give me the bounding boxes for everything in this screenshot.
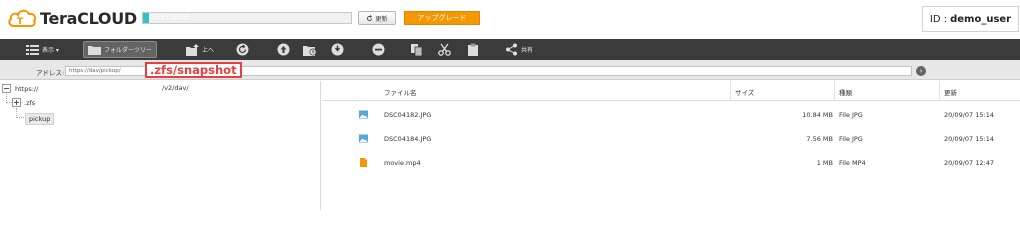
paste-button[interactable] (467, 41, 479, 58)
teracloud-logo[interactable]: T TeraCLOUD (6, 7, 137, 29)
file-modified: 20/09/07 15:14 (944, 135, 994, 143)
tree-item-zfs[interactable]: .zfs (12, 98, 35, 107)
tree-item-pickup[interactable]: pickup (25, 113, 55, 125)
file-name: DSC04182.JPG (384, 111, 432, 119)
new-folder-icon (303, 45, 317, 56)
image-file-icon (359, 110, 368, 119)
folder-tree-button[interactable]: フォルダーツリー (83, 41, 157, 58)
tree-item-label: .zfs (24, 98, 36, 107)
tree-item-label: pickup (29, 115, 51, 123)
cut-button[interactable] (438, 41, 451, 58)
toolbar: 表示 ▾ フォルダーツリー 上へ 共有 (0, 39, 1020, 60)
folder-tree: https:// /v2/dav/ .zfs pickup (0, 81, 321, 210)
user-id-prefix: ID : (929, 13, 948, 25)
paste-icon (468, 43, 478, 56)
list-header: ファイル名 サイズ 種類 更新 (322, 81, 1020, 101)
image-file-icon (359, 134, 368, 143)
file-row[interactable]: movie.mp4 1 MB File MP4 20/09/07 12:47 (322, 151, 1020, 175)
file-name: DSC04184.JPG (384, 135, 432, 143)
address-value: https://dav/pickup/ (69, 68, 121, 74)
upload-button[interactable] (277, 41, 290, 58)
file-size: 1 MB (816, 159, 833, 167)
view-label: 表示 ▾ (42, 47, 59, 54)
new-folder-button[interactable] (303, 41, 317, 58)
expand-toggle-icon (12, 98, 21, 107)
svg-text:T: T (17, 17, 24, 27)
tree-root-label: https:// (15, 84, 39, 93)
file-name: movie.mp4 (384, 159, 421, 167)
tree-connector (16, 108, 24, 118)
video-file-icon (360, 158, 367, 167)
tree-root-path-label: /v2/dav/ (162, 84, 189, 92)
file-list: ファイル名 サイズ 種類 更新 DSC04182.JPG 10.84 MB Fi… (322, 81, 1020, 210)
upgrade-label: アップグレード (417, 14, 467, 22)
delete-icon (372, 43, 385, 56)
refresh-icon (367, 14, 373, 21)
download-icon (331, 43, 344, 56)
user-id[interactable]: ID : demo_user (922, 6, 1019, 32)
refresh-button[interactable]: 更新 (358, 11, 396, 25)
column-header-type[interactable]: 種類 (839, 87, 852, 97)
folder-up-icon (186, 43, 199, 56)
file-row[interactable]: DSC04182.JPG 10.84 MB File JPG 20/09/07 … (322, 103, 1020, 127)
refresh-circle-icon (236, 43, 249, 56)
tree-root-path: /v2/dav/ (162, 84, 189, 92)
column-header-size[interactable]: サイズ (735, 87, 754, 97)
file-type: File MP4 (839, 159, 866, 167)
delete-button[interactable] (372, 41, 385, 58)
folder-tree-icon (88, 46, 101, 55)
file-type: File JPG (839, 135, 863, 143)
column-header-modified[interactable]: 更新 (944, 87, 957, 97)
download-button[interactable] (331, 41, 344, 58)
header: T TeraCLOUD 0 GB / 10 GB 更新 アップグレード ID :… (0, 0, 1020, 37)
refresh-label: 更新 (375, 15, 388, 23)
view-menu-button[interactable]: 表示 ▾ (26, 41, 59, 58)
column-divider (939, 81, 940, 101)
cloud-logo-icon: T (8, 9, 37, 27)
share-button[interactable]: 共有 (505, 41, 533, 58)
file-size: 7.56 MB (806, 135, 833, 143)
address-label: アドレス: (36, 69, 65, 77)
tree-root[interactable]: https:// (2, 84, 38, 93)
logo-text: TeraCLOUD (40, 8, 137, 28)
file-modified: 20/09/07 15:14 (944, 111, 994, 119)
column-divider (834, 81, 835, 101)
copy-icon (411, 44, 423, 56)
snapshot-path-highlight: .zfs/snapshot (145, 62, 242, 78)
column-divider (730, 81, 731, 101)
share-label: 共有 (521, 47, 534, 54)
share-icon (506, 43, 517, 56)
file-row[interactable]: DSC04184.JPG 7.56 MB File JPG 20/09/07 1… (322, 127, 1020, 151)
quota-bar: 0 GB / 10 GB (142, 12, 352, 24)
quota-fill (143, 13, 150, 23)
column-header-name[interactable]: ファイル名 (384, 87, 417, 97)
quota-text: 0 GB / 10 GB (150, 14, 189, 21)
file-modified: 20/09/07 12:47 (944, 159, 994, 167)
file-type: File JPG (839, 111, 863, 119)
up-button[interactable]: 上へ (186, 41, 214, 58)
upload-icon (277, 43, 290, 56)
copy-button[interactable] (410, 41, 423, 58)
cut-icon (438, 43, 451, 56)
reload-button[interactable] (236, 41, 249, 58)
user-name: demo_user (950, 13, 1012, 25)
up-label: 上へ (202, 47, 215, 54)
collapse-toggle-icon (2, 84, 11, 93)
file-size: 10.84 MB (802, 111, 833, 119)
upgrade-button[interactable]: アップグレード (404, 11, 480, 25)
list-icon (26, 44, 39, 55)
address-go-icon[interactable]: › (916, 66, 926, 76)
folder-tree-label: フォルダーツリー (104, 47, 152, 54)
